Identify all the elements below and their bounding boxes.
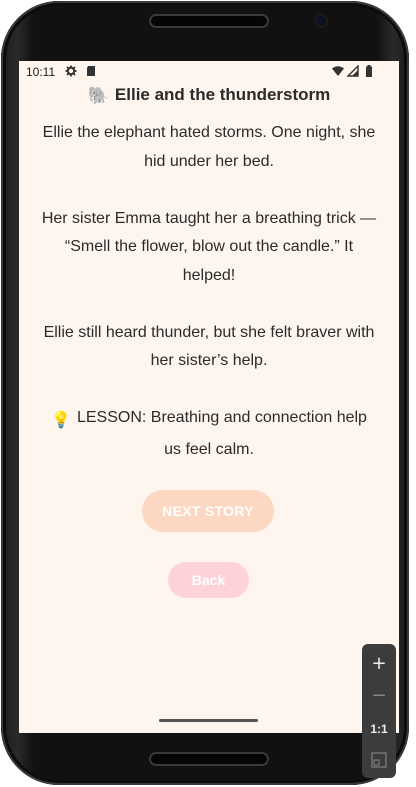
emulator-device: 10:11 🐘 Ellie and the thunderstorm Ellie… bbox=[0, 0, 416, 787]
story-paragraph: Ellie the elephant hated storms. One nig… bbox=[42, 124, 376, 170]
sd-card-icon bbox=[87, 66, 95, 76]
home-indicator[interactable] bbox=[159, 719, 258, 722]
story-title: 🐘 Ellie and the thunderstorm bbox=[19, 85, 399, 106]
zoom-in-button[interactable]: + bbox=[362, 648, 396, 680]
story-paragraph: Ellie still heard thunder, but she felt … bbox=[43, 323, 375, 370]
fit-to-screen-icon[interactable] bbox=[371, 752, 387, 768]
light-bulb-icon: 💡 bbox=[51, 412, 71, 429]
story-body: Ellie the elephant hated storms. One nig… bbox=[41, 119, 377, 493]
app-screen: 10:11 🐘 Ellie and the thunderstorm Ellie… bbox=[19, 61, 399, 733]
signal-icon bbox=[347, 65, 359, 77]
wifi-icon bbox=[332, 66, 344, 76]
next-story-button[interactable]: NEXT STORY bbox=[142, 490, 274, 532]
bottom-speaker-grille bbox=[149, 752, 269, 766]
story-paragraph: Her sister Emma taught her a breathing t… bbox=[41, 209, 377, 284]
status-time: 10:11 bbox=[26, 65, 56, 79]
status-bar: 10:11 bbox=[19, 61, 399, 83]
battery-icon bbox=[366, 65, 372, 77]
back-button[interactable]: Back bbox=[168, 562, 249, 598]
story-title-text: Ellie and the thunderstorm bbox=[114, 85, 331, 104]
gear-icon bbox=[65, 65, 77, 77]
emulator-zoom-controls: + − 1:1 bbox=[362, 644, 396, 778]
front-camera bbox=[316, 16, 326, 26]
actual-size-button[interactable]: 1:1 bbox=[362, 718, 396, 740]
top-speaker-grille bbox=[149, 14, 269, 28]
lesson-text: 💡 LESSON: Breathing and connection help u… bbox=[41, 404, 377, 464]
lesson-label: LESSON: Breathing and connection help us… bbox=[76, 409, 367, 458]
zoom-out-button[interactable]: − bbox=[362, 680, 396, 712]
elephant-icon: 🐘 bbox=[87, 85, 109, 105]
